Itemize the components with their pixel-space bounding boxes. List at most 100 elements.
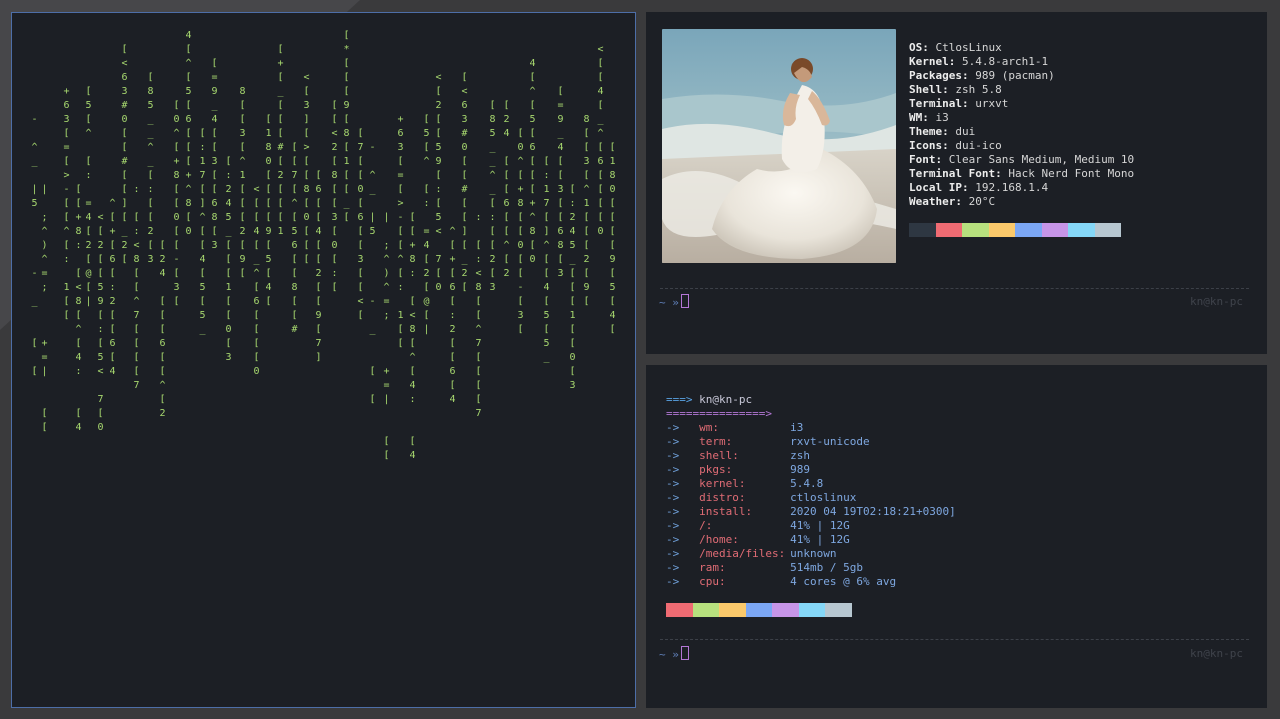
matrix-glyph: [ xyxy=(159,394,166,405)
matrix-glyph: + xyxy=(383,366,390,377)
matrix-glyph xyxy=(396,85,405,99)
matrix-glyph: [ xyxy=(97,268,104,279)
matrix-glyph: [ xyxy=(109,310,116,321)
matrix-glyph: < xyxy=(409,310,416,321)
fetch-row: -> ram: 514mb / 5gb xyxy=(666,561,956,575)
matrix-glyph: [ xyxy=(277,128,284,139)
matrix-glyph: ^ xyxy=(75,324,82,335)
matrix-glyph: 3 xyxy=(121,86,128,97)
matrix-glyph xyxy=(30,169,39,183)
matrix-glyph: [ xyxy=(265,240,272,251)
matrix-glyph xyxy=(502,29,511,43)
matrix-glyph: [ xyxy=(239,184,246,195)
matrix-glyph: [ xyxy=(277,212,284,223)
matrix-glyph: [ xyxy=(277,114,284,125)
matrix-glyph xyxy=(30,253,39,267)
matrix-glyph: 2 xyxy=(109,296,116,307)
matrix-glyph: = xyxy=(85,198,92,209)
info-key: Terminal xyxy=(909,97,962,110)
matrix-glyph: : xyxy=(147,184,154,195)
matrix-glyph xyxy=(132,155,141,169)
matrix-column: [8 5 _ _ ^ _ [: [[2 [3 xyxy=(488,99,497,295)
matrix-glyph: [ xyxy=(199,128,206,139)
matrix-glyph: [ xyxy=(199,296,206,307)
matrix-glyph: * xyxy=(343,44,350,55)
matrix-glyph: 4 xyxy=(75,422,82,433)
matrix-glyph xyxy=(158,281,167,295)
matrix-glyph: [ xyxy=(597,184,604,195)
matrix-glyph: _ xyxy=(253,254,260,265)
matrix-glyph xyxy=(408,421,417,435)
matrix-glyph: [ xyxy=(199,240,206,251)
matrix-glyph: + xyxy=(397,114,404,125)
matrix-glyph: 0 xyxy=(529,254,536,265)
matrix-glyph: 6 xyxy=(121,72,128,83)
matrix-glyph: [ xyxy=(343,184,350,195)
matrix-glyph: @ xyxy=(85,268,92,279)
matrix-glyph: [ xyxy=(159,240,166,251)
matrix-glyph: [ xyxy=(597,100,604,111)
matrix-column: - ^ _ | 5 - _ [ [ xyxy=(368,57,377,407)
info-key: Local IP xyxy=(909,181,962,194)
matrix-glyph xyxy=(74,393,83,407)
matrix-glyph: [ xyxy=(331,156,338,167)
info-row: Theme: dui xyxy=(909,125,976,138)
matrix-glyph xyxy=(368,71,377,85)
matrix-glyph: 4 xyxy=(75,352,82,363)
cmatrix-terminal[interactable]: - ^ _ | 5 - _ [ [ | ; ^) ^ =; + = | [[ +6 3[=[> -… xyxy=(11,12,636,708)
matrix-glyph: 6 xyxy=(159,338,166,349)
matrix-glyph: : xyxy=(133,184,140,195)
neofetch-terminal[interactable]: OS: CtlosLinux Kernel: 5.4.8-arch1-1 Packa… xyxy=(646,12,1267,354)
info-row: Icons: dui-ico xyxy=(909,139,1002,152)
matrix-glyph: [ xyxy=(211,226,218,237)
matrix-glyph: 3 xyxy=(569,380,576,391)
shell-prompt[interactable]: ~ » xyxy=(659,294,689,310)
matrix-glyph: - xyxy=(63,184,70,195)
matrix-glyph: [ xyxy=(461,240,468,251)
matrix-glyph: _ xyxy=(147,156,154,167)
matrix-glyph: [ xyxy=(461,212,468,223)
matrix-glyph: [ xyxy=(121,170,128,181)
matrix-glyph xyxy=(408,183,417,197)
matrix-glyph: ; xyxy=(383,240,390,251)
matrix-glyph: : xyxy=(475,254,482,265)
matrix-glyph xyxy=(30,127,39,141)
matrix-glyph: [ xyxy=(461,72,468,83)
fetch-key: term: xyxy=(699,435,733,448)
matrix-glyph xyxy=(158,211,167,225)
matrix-glyph xyxy=(158,197,167,211)
arrow: -> xyxy=(666,533,680,546)
matrix-glyph: 6 xyxy=(449,282,456,293)
matrix-glyph xyxy=(382,421,391,435)
matrix-glyph: [ xyxy=(397,184,404,195)
matrix-glyph: [ xyxy=(489,240,496,251)
info-value: dui-ico xyxy=(955,139,1002,152)
info-key: Kernel xyxy=(909,55,949,68)
matrix-glyph: [ xyxy=(609,226,616,237)
matrix-glyph xyxy=(84,141,93,155)
matrix-glyph: [ xyxy=(461,198,468,209)
matrix-glyph: [ xyxy=(583,170,590,181)
matrix-glyph: 2 xyxy=(503,268,510,279)
fetch-terminal[interactable]: ===> kn@kn-pc ===============> -> wm: i3-… xyxy=(646,365,1267,708)
matrix-glyph xyxy=(382,323,391,337)
fetch-key: distro: xyxy=(699,491,746,504)
matrix-glyph: [ xyxy=(331,226,338,237)
matrix-glyph: | xyxy=(369,212,376,223)
matrix-glyph: [ xyxy=(435,86,442,97)
matrix-glyph xyxy=(74,253,83,267)
matrix-glyph: [ xyxy=(475,240,482,251)
matrix-glyph: = xyxy=(211,72,218,83)
matrix-glyph: + xyxy=(409,240,416,251)
matrix-glyph xyxy=(448,141,457,155)
matrix-glyph xyxy=(158,169,167,183)
matrix-column: | ; ^) ^ =; + = | [[ xyxy=(382,155,391,463)
matrix-column: | ; ^) ^ =; + = | [[ xyxy=(40,127,49,435)
matrix-glyph: 6 xyxy=(461,100,468,111)
fetch-row: -> shell: zsh xyxy=(666,449,956,463)
matrix-glyph xyxy=(448,169,457,183)
matrix-glyph: 8 xyxy=(239,86,246,97)
matrix-glyph: = xyxy=(41,268,48,279)
shell-prompt[interactable]: ~ » xyxy=(659,646,689,662)
matrix-glyph xyxy=(408,407,417,421)
